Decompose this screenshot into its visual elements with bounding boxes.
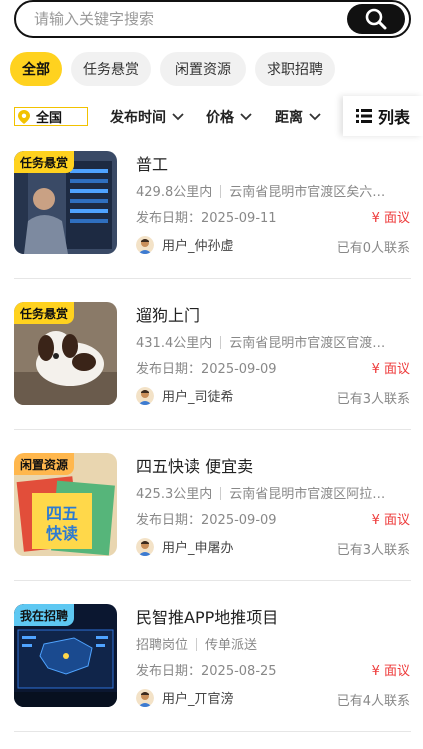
chevron-down-icon — [309, 113, 321, 121]
listing-card[interactable]: 四五 快读 闲置资源 四五快读 便宜卖 425.3公里内 云南省昆明市官渡区阿拉…… — [14, 453, 411, 573]
listing-user: 用户_丌官滂 — [136, 688, 234, 707]
divider — [14, 429, 411, 430]
listing-location: 429.8公里内 云南省昆明市官渡区矣六… — [136, 181, 411, 200]
listing-contacts: 已有0人联系 — [336, 241, 410, 256]
listing-tag: 我在招聘 — [14, 604, 75, 626]
avatar — [136, 688, 154, 707]
location-pin-icon — [18, 109, 30, 124]
search-icon — [365, 8, 387, 30]
listing-location: 431.4公里内 云南省昆明市官渡区官渡… — [136, 332, 411, 351]
listing-job-detail: 传单派送 — [205, 638, 258, 653]
listing-thumbnail: 任务悬赏 — [14, 151, 117, 254]
listing-job-type: 招聘岗位 — [136, 638, 189, 653]
listing-user: 用户_申屠办 — [136, 537, 234, 556]
listing-title: 遛狗上门 — [136, 306, 201, 325]
chevron-down-icon — [240, 113, 252, 121]
listing-thumbnail: 我在招聘 — [14, 604, 117, 707]
listing-title: 四五快读 便宜卖 — [136, 457, 254, 476]
listing-title: 普工 — [136, 155, 169, 174]
avatar — [136, 235, 154, 254]
search-input[interactable] — [34, 2, 334, 36]
filter-bar: 全国 发布时间 价格 距离 列表 — [0, 96, 423, 138]
listing-tag: 任务悬赏 — [14, 151, 75, 173]
avatar — [136, 537, 154, 556]
listing-tag: 任务悬赏 — [14, 302, 75, 324]
listing-tag: 闲置资源 — [14, 453, 75, 475]
distance-filter-label: 距离 — [275, 110, 303, 126]
listing-date: 发布日期：2025-08-25 — [136, 664, 277, 679]
avatar — [136, 386, 154, 405]
category-chip-task-reward[interactable]: 任务悬赏 — [71, 52, 151, 86]
listing-date: 发布日期：2025-09-11 — [136, 211, 277, 226]
listing-date: 发布日期：2025-09-09 — [136, 362, 277, 377]
chevron-down-icon — [172, 113, 184, 121]
category-chip-idle-resources[interactable]: 闲置资源 — [160, 52, 246, 86]
listing-username: 用户_申屠办 — [162, 541, 234, 556]
category-chips: 全部 任务悬赏 闲置资源 求职招聘 — [10, 52, 335, 86]
listing-distance: 425.3公里内 — [136, 487, 213, 502]
svg-text:快读: 快读 — [46, 524, 78, 543]
price-filter[interactable]: 价格 — [206, 107, 252, 127]
listing-location: 招聘岗位 传单派送 — [136, 634, 411, 653]
listing-title: 民智推APP地推项目 — [136, 608, 279, 627]
listing-price: ¥ 面议 — [371, 664, 410, 679]
publish-time-label: 发布时间 — [110, 110, 166, 126]
view-mode-label: 列表 — [377, 108, 410, 127]
listing-location: 425.3公里内 云南省昆明市官渡区阿拉… — [136, 483, 411, 502]
listing-user: 用户_司徒希 — [136, 386, 234, 405]
listing-price: ¥ 面议 — [371, 362, 410, 377]
listing-contacts: 已有3人联系 — [336, 392, 410, 407]
listing-address: 云南省昆明市官渡区官渡… — [229, 336, 386, 351]
divider — [14, 278, 411, 279]
listing-distance: 429.8公里内 — [136, 185, 213, 200]
divider — [14, 731, 411, 732]
category-chip-all[interactable]: 全部 — [10, 52, 62, 86]
category-chip-job-hiring[interactable]: 求职招聘 — [255, 52, 335, 86]
list-icon — [355, 109, 372, 123]
listing-thumbnail: 任务悬赏 — [14, 302, 117, 405]
listing-username: 用户_司徒希 — [162, 390, 234, 405]
listing-distance: 431.4公里内 — [136, 336, 213, 351]
svg-text:四五: 四五 — [46, 504, 78, 523]
location-label: 全国 — [36, 111, 63, 126]
location-filter[interactable]: 全国 — [14, 107, 88, 126]
listing-card[interactable]: 任务悬赏 遛狗上门 431.4公里内 云南省昆明市官渡区官渡… 发布日期：2025… — [14, 302, 411, 422]
listing-date: 发布日期：2025-09-09 — [136, 513, 277, 528]
listing-thumbnail: 四五 快读 闲置资源 — [14, 453, 117, 556]
listing-user: 用户_仲孙虚 — [136, 235, 234, 254]
view-mode-toggle[interactable]: 列表 — [343, 96, 423, 136]
listing-card[interactable]: 我在招聘 民智推APP地推项目 招聘岗位 传单派送 发布日期：2025-08-25… — [14, 604, 411, 724]
price-filter-label: 价格 — [206, 110, 234, 126]
search-button[interactable] — [347, 4, 405, 34]
listing-card[interactable]: 任务悬赏 普工 429.8公里内 云南省昆明市官渡区矣六… 发布日期：2025-0… — [14, 151, 411, 271]
listing-contacts: 已有4人联系 — [336, 694, 410, 709]
listing-username: 用户_仲孙虚 — [162, 239, 234, 254]
listing-price: ¥ 面议 — [371, 211, 410, 226]
search-bar — [14, 0, 411, 38]
listing-username: 用户_丌官滂 — [162, 692, 234, 707]
listing-contacts: 已有3人联系 — [336, 543, 410, 558]
distance-filter[interactable]: 距离 — [275, 107, 321, 127]
listing-price: ¥ 面议 — [371, 513, 410, 528]
publish-time-filter[interactable]: 发布时间 — [110, 107, 184, 127]
divider — [14, 580, 411, 581]
listing-address: 云南省昆明市官渡区矣六… — [229, 185, 386, 200]
listing-address: 云南省昆明市官渡区阿拉… — [229, 487, 386, 502]
